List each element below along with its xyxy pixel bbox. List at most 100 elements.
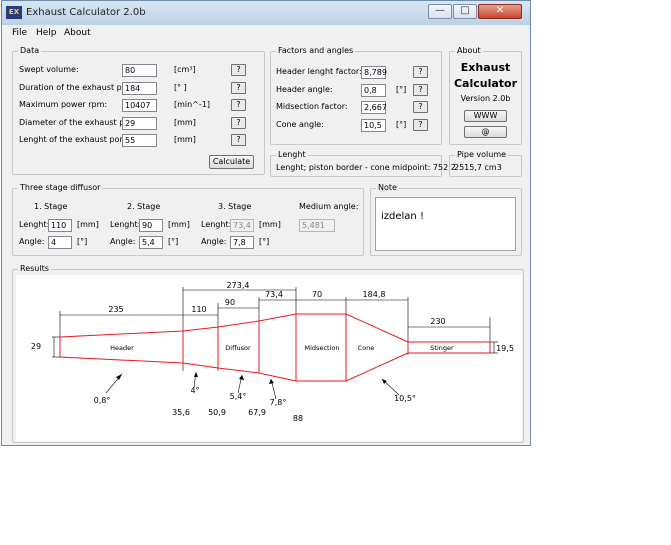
port-diameter-input[interactable]: 29 (122, 117, 157, 130)
stage2-angle-label: Angle: (110, 237, 136, 246)
port-diameter-help-button[interactable]: ? (231, 117, 246, 129)
diameter-a-label: 35,6 (172, 408, 190, 417)
exhaust-duration-unit: [° ] (174, 83, 187, 92)
stage3-angle-input[interactable]: 7,8 (230, 236, 254, 249)
stage2-lenght-unit: [mm] (168, 220, 190, 229)
header-angle-unit: [°] (396, 85, 407, 94)
note-textarea[interactable]: izdelan ! (375, 197, 516, 251)
dim-184-label: 184,8 (363, 290, 386, 299)
about-app-name-line1: Exhaust (460, 61, 511, 74)
stage3-lenght-label: Lenght: (201, 220, 232, 229)
stage3-angle-unit: [°] (259, 237, 270, 246)
exhaust-duration-help-button[interactable]: ? (231, 82, 246, 94)
dim-29-label: 29 (31, 342, 41, 351)
port-length-help-button[interactable]: ? (231, 134, 246, 146)
stage1-lenght-input[interactable]: 110 (48, 219, 72, 232)
stage1-angle-unit: [°] (77, 237, 88, 246)
section-midsection-label: Midsection (305, 344, 340, 352)
app-window: EX Exhaust Calculator 2.0b — □ ✕ File He… (1, 0, 531, 446)
header-angle-help-button[interactable]: ? (413, 84, 428, 96)
app-icon: EX (6, 6, 22, 19)
header-length-factor-label: Header lenght factor: (276, 67, 362, 76)
diameter-b-label: 50,9 (208, 408, 226, 417)
cone-angle-help-button[interactable]: ? (413, 119, 428, 131)
angle-stage3-label: 7,8° (270, 398, 287, 407)
dim-90-label: 90 (225, 298, 235, 307)
stage3-lenght-input[interactable]: 73,4 (230, 219, 254, 232)
calculate-button[interactable]: Calculate (209, 155, 254, 169)
dim-110-label: 110 (191, 305, 206, 314)
swept-volume-help-button[interactable]: ? (231, 64, 246, 76)
stage2-angle-unit: [°] (168, 237, 179, 246)
results-diagram: 235 273,4 110 90 73,4 70 184,8 230 29 19… (16, 275, 522, 441)
port-length-unit: [mm] (174, 135, 196, 144)
results-group-title: Results (18, 264, 51, 273)
minimize-button[interactable]: — (428, 4, 452, 19)
maximize-button[interactable]: □ (453, 4, 477, 19)
header-length-factor-input[interactable]: 8,789 (361, 66, 387, 79)
dim-73-label: 73,4 (265, 290, 283, 299)
diagram-labels: 235 273,4 110 90 73,4 70 184,8 230 29 19… (31, 281, 514, 423)
angle-header-label: 0,8° (94, 396, 111, 405)
port-diameter-unit: [mm] (174, 118, 196, 127)
pipe-volume-group-title: Pipe volume (455, 150, 509, 159)
www-button[interactable]: WWW (464, 110, 507, 122)
dim-273-label: 273,4 (227, 281, 250, 290)
stage3-title: 3. Stage (218, 202, 252, 211)
cone-angle-unit: [°] (396, 120, 407, 129)
pipe-volume-value: 2515,7 cm3 (454, 163, 502, 172)
header-length-factor-help-button[interactable]: ? (413, 66, 428, 78)
stage1-angle-label: Angle: (19, 237, 45, 246)
stage2-title: 2. Stage (127, 202, 161, 211)
stage2-angle-input[interactable]: 5,4 (139, 236, 163, 249)
close-button[interactable]: ✕ (478, 4, 522, 19)
stage1-lenght-unit: [mm] (77, 220, 99, 229)
dim-195-label: 19,5 (496, 344, 514, 353)
diffusor-group-title: Three stage diffusor (18, 183, 103, 192)
stage1-lenght-label: Lenght: (19, 220, 50, 229)
dim-235-label: 235 (108, 305, 123, 314)
medium-angle-label: Medium angle: (299, 202, 359, 211)
medium-angle-value: 5,481 (299, 219, 335, 232)
menu-help[interactable]: Help (36, 28, 57, 38)
midsection-factor-help-button[interactable]: ? (413, 101, 428, 113)
port-length-input[interactable]: 55 (122, 134, 157, 147)
lenght-group-title: Lenght (276, 150, 308, 159)
about-group-title: About (455, 46, 483, 55)
dim-70-label: 70 (312, 290, 322, 299)
section-diffusor-label: Diffusor (225, 344, 251, 352)
stage3-angle-label: Angle: (201, 237, 227, 246)
midsection-factor-input[interactable]: 2,667 (361, 101, 387, 114)
cone-angle-input[interactable]: 10,5 (361, 119, 386, 132)
midsection-factor-label: Midsection factor: (276, 102, 348, 111)
exhaust-duration-input[interactable]: 184 (122, 82, 157, 95)
swept-volume-unit: [cm³] (174, 65, 196, 74)
swept-volume-input[interactable]: 80 (122, 64, 157, 77)
data-group-title: Data (18, 46, 42, 55)
stage2-lenght-input[interactable]: 90 (139, 219, 163, 232)
swept-volume-label: Swept volume: (19, 65, 79, 74)
about-app-name-line2: Calculator (453, 77, 518, 90)
about-version: Version 2.0b (460, 94, 511, 103)
title-bar[interactable]: EX Exhaust Calculator 2.0b — □ ✕ (2, 1, 530, 25)
header-angle-input[interactable]: 0,8 (361, 84, 386, 97)
exhaust-duration-label: Duration of the exhaust port: (19, 83, 136, 92)
section-stinger-label: Stinger (430, 344, 454, 352)
angle-stage2-label: 5,4° (230, 392, 247, 401)
email-button[interactable]: @ (464, 126, 507, 138)
section-cone-label: Cone (358, 344, 375, 352)
max-power-rpm-input[interactable]: 10407 (122, 99, 157, 112)
stage1-title: 1. Stage (34, 202, 68, 211)
stage1-angle-input[interactable]: 4 (48, 236, 72, 249)
stage2-lenght-label: Lenght: (110, 220, 141, 229)
stage3-lenght-unit: [mm] (259, 220, 281, 229)
max-power-rpm-help-button[interactable]: ? (231, 99, 246, 111)
dimension-lines (52, 287, 498, 400)
menu-about[interactable]: About (64, 28, 91, 38)
exhaust-pipe-diagram: 235 273,4 110 90 73,4 70 184,8 230 29 19… (31, 281, 514, 423)
note-group-title: Note (376, 183, 399, 192)
cone-angle-label: Cone angle: (276, 120, 324, 129)
header-angle-label: Header angle: (276, 85, 333, 94)
menu-file[interactable]: File (12, 28, 27, 38)
angle-stage1-label: 4° (190, 386, 199, 395)
